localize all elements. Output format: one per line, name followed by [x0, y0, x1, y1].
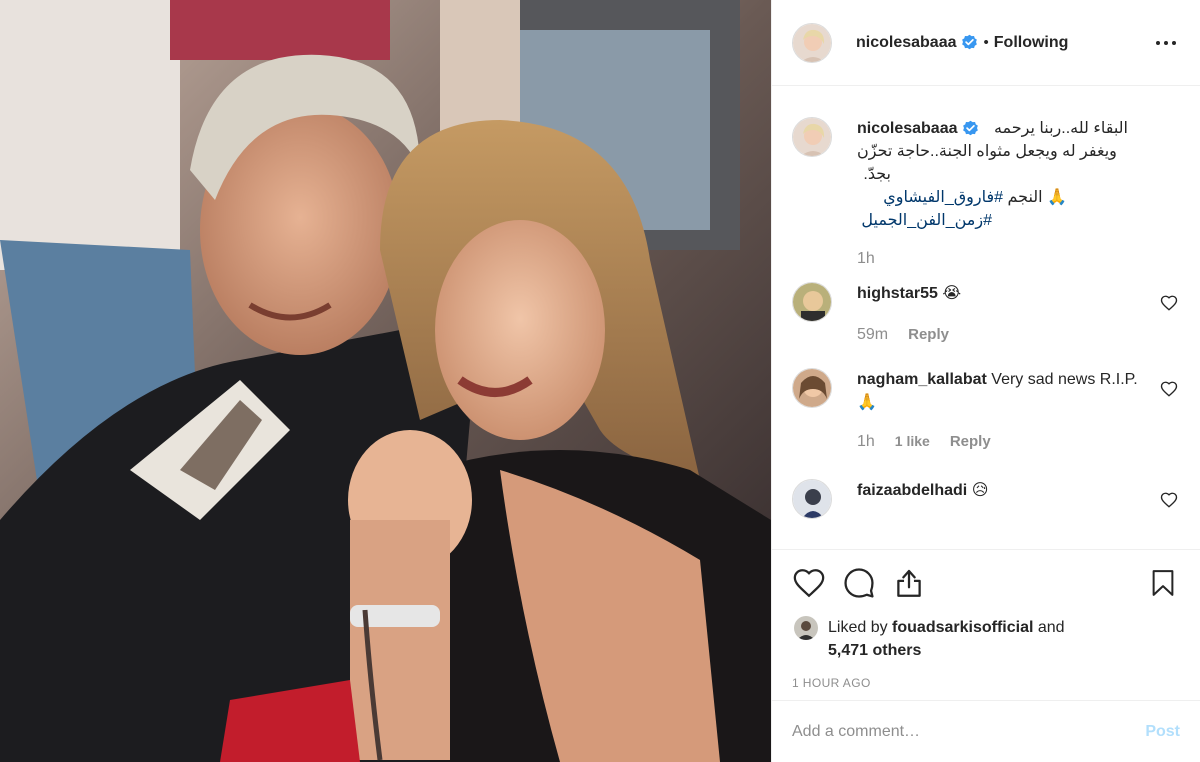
comment-time[interactable]: 1h: [857, 430, 875, 453]
hashtag-link-2[interactable]: #زمن_الفن_الجميل: [861, 212, 992, 229]
reply-button[interactable]: Reply: [908, 323, 949, 346]
comment-like-heart-icon[interactable]: [1160, 380, 1178, 398]
comment-text: 😭: [942, 285, 962, 302]
post-actions: Liked by fouadsarkisofficial and 5,471 o…: [772, 549, 1200, 690]
comment-row: faizaabdelhadi 😥: [792, 479, 1178, 519]
caption-line-3: بجدّ.: [863, 166, 891, 183]
post-comment-button[interactable]: Post: [1145, 723, 1180, 741]
caption-line-1: البقاء لله..ربنا يرحمه: [993, 120, 1128, 137]
verified-badge-icon: [962, 120, 978, 136]
comment-row: nagham_kallabat Very sad news R.I.P. 🙏 1…: [792, 368, 1178, 453]
liked-by-text: Liked by fouadsarkisofficial and 5,471 o…: [828, 616, 1065, 662]
comment-row: highstar55 😭 59m Reply: [792, 282, 1178, 346]
comment-meta: 1h 1 like Reply: [857, 430, 1138, 453]
heart-icon[interactable]: [792, 566, 826, 600]
commenter-avatar[interactable]: [792, 282, 832, 322]
caption-time[interactable]: 1h: [857, 247, 875, 270]
post-photo-illustration: [0, 0, 771, 762]
liked-by-user[interactable]: fouadsarkisofficial: [892, 619, 1033, 636]
bookmark-icon[interactable]: [1148, 566, 1178, 600]
comment-body: nagham_kallabat Very sad news R.I.P. 🙏 1…: [857, 368, 1178, 453]
add-comment-bar: Post: [772, 700, 1200, 762]
caption-prefix: 🙏 النجم: [1007, 189, 1068, 206]
commenter-username[interactable]: highstar55: [857, 285, 938, 302]
author-avatar[interactable]: [792, 22, 832, 63]
comment-bubble-icon[interactable]: [842, 566, 876, 600]
comment-body: highstar55 😭 59m Reply: [857, 282, 1178, 346]
share-icon[interactable]: [892, 566, 926, 600]
likes-count-others[interactable]: 5,471 others: [828, 642, 921, 659]
comment-like-count[interactable]: 1 like: [895, 430, 930, 453]
comment-text: 😥: [971, 482, 989, 499]
author-username[interactable]: nicolesabaaa: [856, 34, 957, 52]
reply-button[interactable]: Reply: [950, 430, 991, 453]
post-header: nicolesabaaa • Following: [772, 0, 1200, 86]
commenter-username[interactable]: nagham_kallabat: [857, 371, 987, 388]
post-photo[interactable]: [0, 0, 771, 762]
comment-meta: 59m Reply: [857, 323, 1178, 346]
commenter-avatar[interactable]: [792, 368, 832, 408]
caption-author-avatar[interactable]: [792, 117, 832, 157]
following-button[interactable]: Following: [994, 34, 1069, 52]
follow-separator: •: [983, 34, 989, 51]
add-comment-input[interactable]: [792, 722, 1146, 741]
post-timestamp[interactable]: 1 HOUR AGO: [792, 676, 1178, 690]
caption-line-4: 🙏 النجم #فاروق_الفيشاوي: [857, 186, 1067, 209]
post-side-panel: nicolesabaaa • Following nicolesabaaa ال…: [771, 0, 1200, 762]
liked-by-prefix: Liked by: [828, 619, 888, 636]
liker-avatar[interactable]: [794, 616, 818, 640]
liked-by-summary: Liked by fouadsarkisofficial and 5,471 o…: [792, 616, 1178, 662]
caption-body: nicolesabaaa البقاء لله..ربنا يرحمه ويغف…: [857, 117, 1178, 270]
comment-like-heart-icon[interactable]: [1160, 491, 1178, 509]
caption-username[interactable]: nicolesabaaa: [857, 117, 958, 140]
comment-like-heart-icon[interactable]: [1160, 294, 1178, 312]
caption-row: nicolesabaaa البقاء لله..ربنا يرحمه ويغف…: [792, 117, 1178, 270]
caption-line-5: #زمن_الفن_الجميل: [857, 209, 992, 232]
comment-body: faizaabdelhadi 😥: [857, 479, 1178, 519]
action-icons-row: [792, 566, 1178, 600]
comments-list[interactable]: nicolesabaaa البقاء لله..ربنا يرحمه ويغف…: [772, 87, 1200, 549]
caption-meta: 1h: [857, 247, 1178, 270]
commenter-username[interactable]: faizaabdelhadi: [857, 482, 967, 499]
liked-by-and: and: [1037, 619, 1065, 636]
more-options-icon[interactable]: [1154, 31, 1178, 55]
commenter-avatar[interactable]: [792, 479, 832, 519]
comment-time[interactable]: 59m: [857, 323, 888, 346]
verified-badge-icon: [961, 34, 977, 50]
hashtag-link-1[interactable]: #فاروق_الفيشاوي: [883, 189, 1003, 206]
caption-line-2: ويغفر له ويجعل مثواه الجنة..حاجة تحزّن: [857, 143, 1117, 160]
